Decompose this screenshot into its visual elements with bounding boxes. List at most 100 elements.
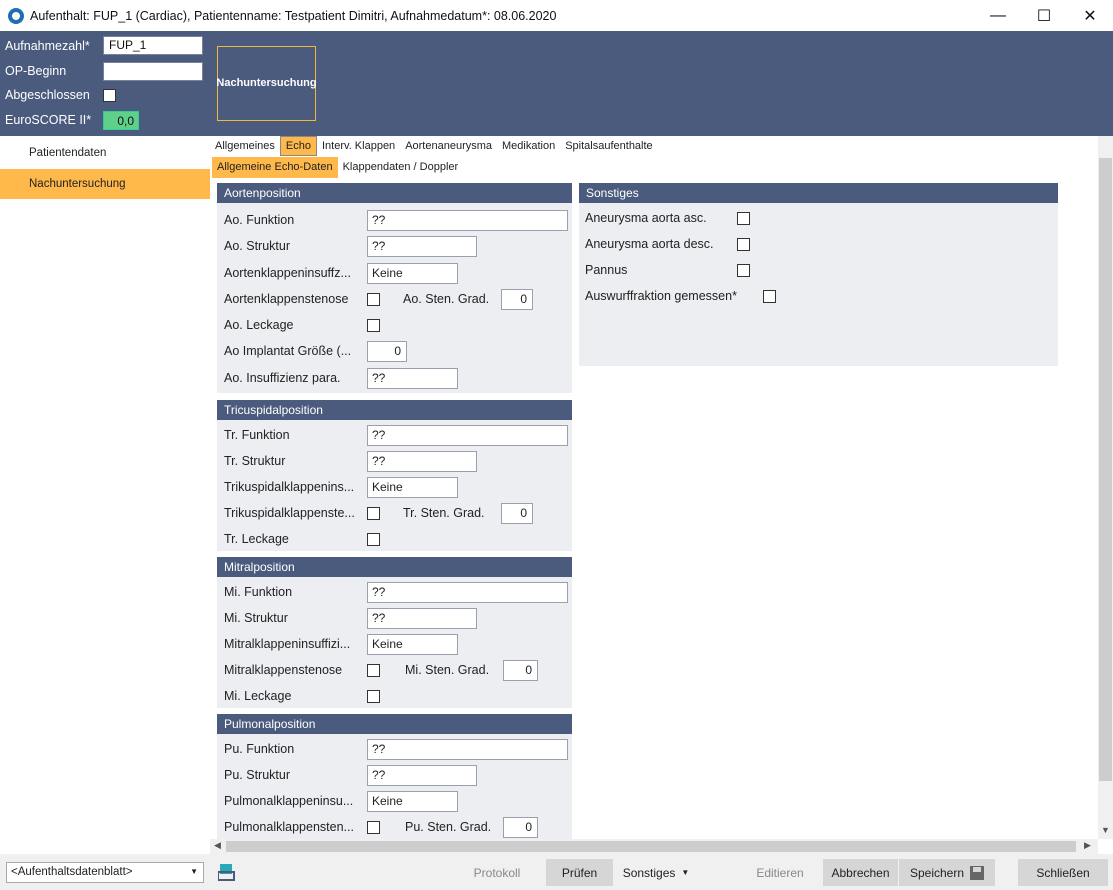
pu-sten-grad-label: Pu. Sten. Grad. [405,820,492,834]
pu-stenose-checkbox[interactable] [367,821,380,834]
sidebar-item-nachuntersuchung[interactable]: Nachuntersuchung [0,169,210,199]
speichern-label: Speichern [909,865,965,880]
pu-struktur-label: Pu. Struktur [224,768,290,782]
datenblatt-select[interactable]: <Aufenthaltsdatenblatt> ▼ [6,862,204,883]
mi-funktion-input[interactable]: ?? [367,582,568,603]
pu-sten-grad-input[interactable]: 0 [503,817,538,838]
vertical-scroll-thumb[interactable] [1099,158,1112,781]
ao-insuffizienz-input[interactable]: Keine [367,263,458,284]
maximize-button[interactable]: ☐ [1021,0,1067,31]
scroll-right-icon[interactable]: ▶ [1084,840,1091,851]
abbrechen-button[interactable]: Abbrechen [823,859,898,886]
mi-leckage-checkbox[interactable] [367,690,380,703]
euroscore-label: EuroSCORE II* [5,113,92,127]
tab-aortenaneurysma[interactable]: Aortenaneurysma [400,136,497,156]
mi-stenose-label: Mitralklappenstenose [224,663,343,677]
pu-funktion-input[interactable]: ?? [367,739,568,760]
tab-spitalsaufenthalte[interactable]: Spitalsaufenthalte [560,136,657,156]
ao-insuff-para-label: Ao. Insuffizienz para. [224,371,341,385]
sonstiges-title: Sonstiges [579,183,1058,203]
tr-funktion-input[interactable]: ?? [367,425,568,446]
mi-struktur-input[interactable]: ?? [367,608,477,629]
tab-interv-klappen[interactable]: Interv. Klappen [317,136,400,156]
horizontal-scrollbar[interactable]: ◀ ▶ [210,839,1098,854]
aufnahmezahl-input[interactable]: FUP_1 [103,36,203,55]
sonstiges-menu-button[interactable]: Sonstiges ▼ [619,859,693,886]
title-bar: Aufenthalt: FUP_1 (Cardiac), Patientenna… [0,0,1113,31]
tr-sten-grad-input[interactable]: 0 [501,503,533,524]
pu-funktion-label: Pu. Funktion [224,742,295,756]
euroscore-value: 0,0 [103,111,139,130]
minimize-button[interactable]: — [975,0,1021,31]
abgeschlossen-checkbox[interactable] [103,89,116,102]
aortenposition-panel: Aortenposition Ao. Funktion ?? Ao. Struk… [217,183,572,393]
tab-echo[interactable]: Echo [279,136,317,156]
tr-stenose-label: Trikuspidalklappenste... [224,506,355,520]
tr-leckage-checkbox[interactable] [367,533,380,546]
op-beginn-label: OP-Beginn [5,64,67,78]
stay-header: Aufnahmezahl* FUP_1 OP-Beginn Abgeschlos… [0,31,1113,136]
auswurffraktion-checkbox[interactable] [763,290,776,303]
ao-insuff-para-input[interactable]: ?? [367,368,458,389]
scroll-left-icon[interactable]: ◀ [214,840,221,851]
sidebar-item-patientendaten[interactable]: Patientendaten [0,138,210,168]
subtab-klappendaten-doppler[interactable]: Klappendaten / Doppler [338,157,464,178]
nachuntersuchung-tile[interactable]: Nachuntersuchung [216,46,317,121]
ao-stenose-label: Aortenklappenstenose [224,292,349,306]
tr-insuffizienz-input[interactable]: Keine [367,477,458,498]
pu-insuffizienz-input[interactable]: Keine [367,791,458,812]
tricuspidalposition-title: Tricuspidalposition [217,400,572,420]
app-logo-icon [8,7,24,24]
caret-down-icon: ▼ [681,868,690,877]
mi-sten-grad-input[interactable]: 0 [503,660,538,681]
aortenposition-title: Aortenposition [217,183,572,203]
pulmonalposition-title: Pulmonalposition [217,714,572,734]
mi-insuffizienz-label: Mitralklappeninsuffizi... [224,637,351,651]
tricuspidalposition-panel: Tricuspidalposition Tr. Funktion ?? Tr. … [217,400,572,551]
ao-implantat-input[interactable]: 0 [367,341,407,362]
op-beginn-input[interactable] [103,62,203,81]
subtab-allgemeine-echo-daten[interactable]: Allgemeine Echo-Daten [212,157,338,178]
horizontal-scroll-thumb[interactable] [226,841,1076,852]
subtab-bar: Allgemeine Echo-Daten Klappendaten / Dop… [212,157,463,178]
aneurysma-desc-checkbox[interactable] [737,238,750,251]
export-icon[interactable] [218,863,235,881]
ao-insuffizienz-label: Aortenklappeninsuffz... [224,266,351,280]
speichern-button[interactable]: Speichern [899,859,995,886]
ao-struktur-input[interactable]: ?? [367,236,477,257]
ao-leckage-label: Ao. Leckage [224,318,294,332]
mi-sten-grad-label: Mi. Sten. Grad. [405,663,490,677]
main-content: Allgemeines Echo Interv. Klappen Aortena… [210,136,1113,854]
pruefen-button[interactable]: Prüfen [546,859,613,886]
vertical-scrollbar[interactable]: ▼ [1098,136,1113,839]
aufnahmezahl-label: Aufnahmezahl* [5,39,90,53]
mi-leckage-label: Mi. Leckage [224,689,292,703]
editieren-button[interactable]: Editieren [745,859,815,886]
sidebar: Patientendaten Nachuntersuchung [0,136,210,854]
tr-stenose-checkbox[interactable] [367,507,380,520]
pu-struktur-input[interactable]: ?? [367,765,477,786]
tab-medikation[interactable]: Medikation [497,136,560,156]
sonstiges-panel: Sonstiges Aneurysma aorta asc. Aneurysma… [579,183,1058,366]
scroll-down-icon[interactable]: ▼ [1098,825,1113,837]
mitralposition-title: Mitralposition [217,557,572,577]
tr-struktur-label: Tr. Struktur [224,454,286,468]
ao-stenose-checkbox[interactable] [367,293,380,306]
close-button[interactable]: ✕ [1067,0,1113,31]
window-title: Aufenthalt: FUP_1 (Cardiac), Patientenna… [30,8,557,23]
protokoll-button[interactable]: Protokoll [462,859,532,886]
aneurysma-asc-checkbox[interactable] [737,212,750,225]
tab-allgemeines[interactable]: Allgemeines [210,136,280,156]
ao-leckage-checkbox[interactable] [367,319,380,332]
pannus-label: Pannus [585,263,628,277]
mi-stenose-checkbox[interactable] [367,664,380,677]
auswurffraktion-label: Auswurffraktion gemessen* [585,289,737,303]
schliessen-button[interactable]: Schließen [1018,859,1108,886]
mi-insuffizienz-input[interactable]: Keine [367,634,458,655]
ao-sten-grad-input[interactable]: 0 [501,289,533,310]
tr-struktur-input[interactable]: ?? [367,451,477,472]
pannus-checkbox[interactable] [737,264,750,277]
ao-struktur-label: Ao. Struktur [224,239,290,253]
ao-funktion-input[interactable]: ?? [367,210,568,231]
tab-bar: Allgemeines Echo Interv. Klappen Aortena… [210,136,658,156]
